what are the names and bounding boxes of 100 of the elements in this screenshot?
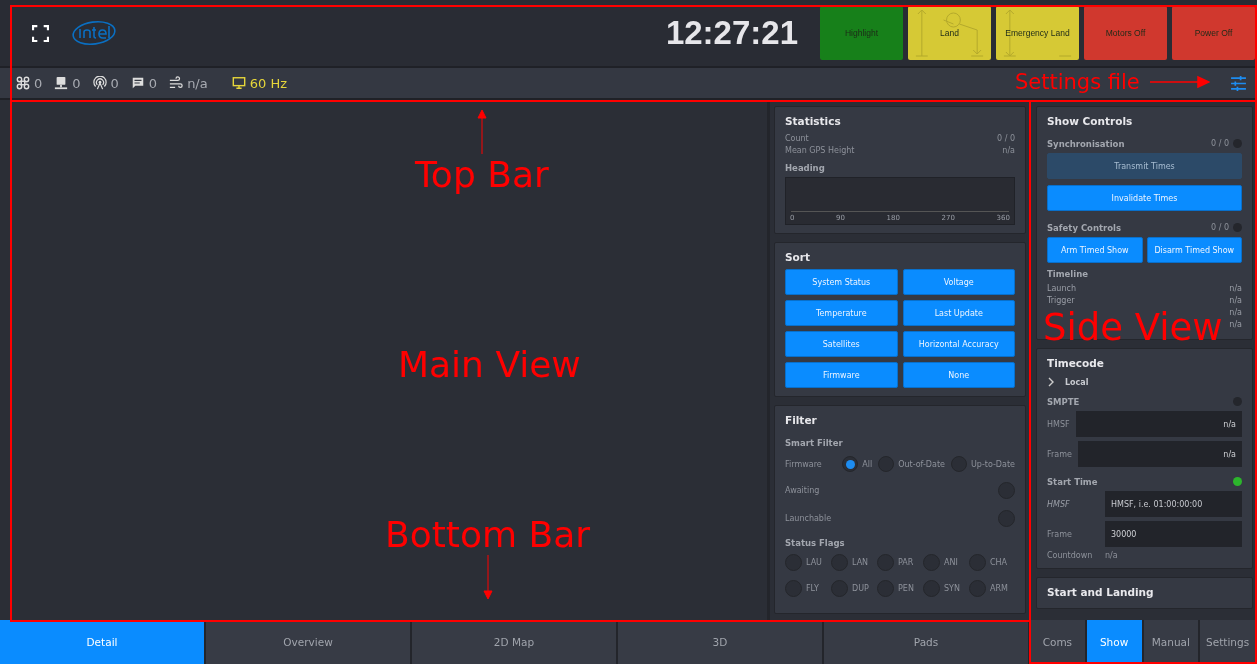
flag-label: ANI — [944, 558, 958, 567]
flag-label: LAN — [852, 558, 869, 567]
radio-button[interactable] — [951, 456, 967, 472]
filter-label: Launchable — [785, 513, 832, 523]
sort-button[interactable]: Voltage — [902, 269, 1015, 295]
flag-label: PAR — [898, 558, 914, 567]
flag-toggle[interactable] — [785, 554, 802, 571]
radio-label: All — [862, 459, 873, 469]
timecode-field[interactable]: n/a — [1075, 411, 1242, 437]
sliders-icon[interactable] — [1230, 74, 1247, 92]
flag-label: FLY — [806, 584, 819, 593]
annotation-label: Side View — [1043, 306, 1223, 349]
flag-label: SYN — [944, 584, 960, 593]
status-indicator: n/a — [169, 75, 208, 91]
flag-toggle[interactable] — [877, 580, 894, 597]
sort-button[interactable]: Firmware — [785, 362, 898, 388]
sort-button[interactable]: Satellites — [785, 331, 898, 357]
flag-label: PEN — [898, 584, 914, 593]
field-label: HMSF — [1047, 499, 1071, 509]
annotation-arrow — [1149, 75, 1210, 89]
chevron-icon — [1047, 377, 1055, 387]
action-button[interactable]: Motors Off — [1084, 6, 1167, 60]
side-tab[interactable]: Manual — [1143, 620, 1201, 664]
view-tab[interactable]: 3D — [618, 620, 824, 664]
section-title: Start Time — [1047, 477, 1098, 487]
status-indicator: 60 Hz — [231, 75, 287, 91]
sort-button[interactable]: Last Update — [902, 300, 1015, 326]
sort-button[interactable]: Temperature — [785, 300, 898, 326]
annotation-label: Bottom Bar — [385, 514, 591, 555]
action-button[interactable]: Power Off — [1172, 6, 1255, 60]
flag-label: LAU — [806, 558, 822, 567]
flag-toggle[interactable] — [831, 580, 848, 597]
flag-toggle[interactable] — [785, 580, 802, 597]
filter-label: Awaiting — [785, 485, 820, 495]
annotation-label: Top Bar — [415, 154, 549, 195]
timeline-value: n/a — [1229, 295, 1242, 307]
section-title: Heading — [785, 163, 826, 173]
side-tab[interactable]: Show — [1086, 620, 1144, 664]
panel-title: Timecode — [1047, 357, 1105, 369]
view-tab[interactable]: Detail — [0, 620, 206, 664]
view-tab[interactable]: 2D Map — [412, 620, 618, 664]
toggle-button[interactable] — [998, 481, 1015, 499]
view-tab[interactable]: Pads — [824, 620, 1030, 664]
timecode-field[interactable]: n/a — [1077, 441, 1242, 467]
sort-button[interactable]: Horizontal Accuracy — [902, 331, 1015, 357]
status-indicator: 0 — [130, 75, 158, 91]
radio-label: Out-of-Date — [898, 459, 945, 469]
toggle-button[interactable] — [998, 509, 1015, 527]
safety-count: 0 / 0 — [1211, 222, 1229, 232]
wind-icon — [169, 76, 184, 90]
sort-button[interactable]: System Status — [785, 269, 898, 295]
action-button[interactable]: Highlight — [820, 6, 903, 60]
section-title: Synchronisation — [1047, 139, 1125, 149]
sort-button[interactable]: None — [902, 362, 1015, 388]
invalidate-times-button[interactable]: Invalidate Times — [1047, 185, 1242, 211]
filter-label: Firmware — [785, 459, 822, 469]
side-tab[interactable]: Settings — [1200, 620, 1257, 664]
flag-toggle[interactable] — [969, 580, 986, 597]
side-tab[interactable]: Coms — [1030, 620, 1087, 664]
flag-toggle[interactable] — [923, 580, 940, 597]
field-label: Frame — [1047, 529, 1073, 539]
stat-value: 0 / 0 — [997, 133, 1015, 145]
flag-toggle[interactable] — [877, 554, 894, 571]
panel-title: Start and Landing — [1047, 586, 1155, 598]
local-expander[interactable]: Local — [1047, 377, 1242, 387]
action-button[interactable]: Land — [908, 6, 991, 60]
timeline-value: n/a — [1229, 307, 1242, 319]
safety-button[interactable]: Arm Timed Show — [1047, 237, 1143, 263]
section-title: Status Flags — [785, 538, 846, 548]
action-button[interactable]: Emergency Land — [996, 6, 1079, 60]
stat-label: Count — [785, 133, 809, 145]
timeline-label: Trigger — [1047, 295, 1075, 307]
radio-button[interactable] — [878, 456, 895, 472]
countdown-value: n/a — [1105, 551, 1119, 560]
chat-icon — [130, 76, 145, 90]
safety-button[interactable]: Disarm Timed Show — [1146, 237, 1242, 263]
flag-toggle[interactable] — [923, 554, 940, 571]
stat-label: Mean GPS Height — [785, 145, 855, 157]
start-time-field[interactable]: 30000 — [1105, 521, 1242, 547]
computer-icon — [54, 76, 69, 90]
radio-label: Up-to-Date — [971, 459, 1015, 469]
flag-label: CHA — [990, 558, 1008, 567]
fullscreen-icon[interactable] — [32, 24, 49, 42]
flag-toggle[interactable] — [831, 554, 848, 571]
panel-title: Show Controls — [1047, 115, 1134, 127]
field-label: HMSF — [1047, 419, 1070, 429]
panel-title: Sort — [785, 251, 811, 263]
annotation-arrow — [476, 108, 487, 154]
clock: 12:27:21 — [665, 14, 798, 52]
section-title: Safety Controls — [1047, 223, 1122, 233]
section-title: Timeline — [1047, 269, 1089, 279]
timeline-value: n/a — [1229, 283, 1242, 295]
radio-button[interactable] — [842, 456, 859, 472]
view-tab[interactable]: Overview — [206, 620, 412, 664]
stat-value: n/a — [1002, 145, 1015, 157]
flag-label: DUP — [852, 584, 869, 593]
sync-count: 0 / 0 — [1211, 138, 1229, 148]
flag-toggle[interactable] — [969, 554, 986, 571]
status-indicator: 0 — [54, 75, 81, 91]
field-label: Frame — [1047, 449, 1072, 459]
